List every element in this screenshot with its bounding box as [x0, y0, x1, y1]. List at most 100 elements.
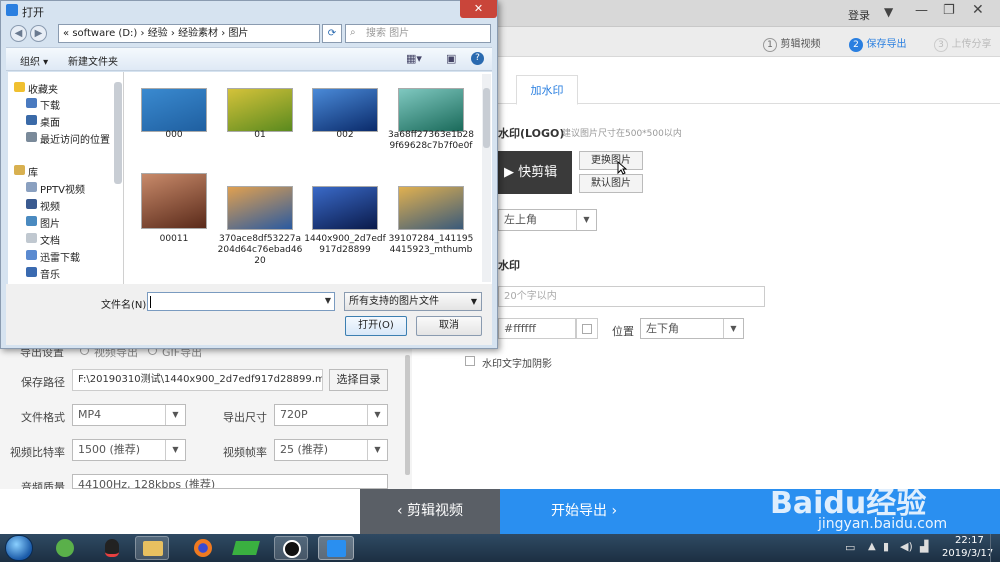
chevron-down-icon: ▼ — [367, 405, 387, 425]
taskbar-firefox-icon[interactable] — [185, 536, 221, 560]
format-select[interactable]: MP4 ▼ — [72, 404, 186, 426]
file-name-label[interactable]: 3a68ff27363e1b289f69628c7b7f0e0f — [388, 130, 474, 152]
breadcrumb-folder-1[interactable]: 经验 — [148, 28, 168, 39]
battery-icon[interactable]: ▮ — [883, 540, 889, 553]
breadcrumb-current[interactable]: 图片 — [228, 28, 248, 39]
show-desktop-button[interactable] — [990, 534, 1000, 562]
file-name-label[interactable]: 370ace8df53227a204d64c76ebad4620 — [217, 234, 303, 267]
filetype-select[interactable]: 所有支持的图片文件 ▼ — [344, 292, 482, 311]
breadcrumb-separator: › — [221, 28, 226, 39]
file-name-label[interactable]: 00011 — [131, 234, 217, 245]
logo-position-value: 左上角 — [504, 213, 537, 226]
preview-pane-icon[interactable]: ▣ — [446, 52, 456, 65]
taskbar-record-icon[interactable] — [274, 536, 308, 560]
choose-dir-button[interactable]: 选择目录 — [329, 369, 388, 391]
nav-recent[interactable]: 最近访问的位置 — [26, 131, 110, 146]
file-name-label[interactable]: 002 — [302, 130, 388, 141]
view-options-icon[interactable]: ▦▾ — [406, 52, 422, 65]
taskbar-qq-icon[interactable] — [95, 536, 131, 560]
taskbar-360-icon[interactable] — [48, 536, 84, 560]
nav-pptv[interactable]: PPTV视频 — [26, 181, 85, 196]
nav-desktop-label: 桌面 — [40, 118, 60, 129]
search-input[interactable]: 搜索 图片 — [345, 24, 491, 43]
back-arrow-icon[interactable]: ◀ — [10, 25, 27, 42]
taskbar-kuaijianji-icon[interactable] — [318, 536, 354, 560]
organize-menu[interactable]: 组织 ▾ — [20, 53, 48, 68]
maximize-icon[interactable]: ❐ — [943, 3, 955, 18]
files-scrollbar[interactable] — [482, 74, 491, 282]
breadcrumb-overflow[interactable]: « — [63, 28, 69, 39]
nav-pictures[interactable]: 图片 — [26, 215, 60, 230]
file-thumbnail[interactable] — [227, 88, 293, 132]
files-scrollbar-thumb[interactable] — [483, 88, 490, 148]
open-button[interactable]: 打开(O) — [345, 316, 407, 336]
address-bar[interactable]: « software (D:) › 经验 › 经验素材 › 图片 — [58, 24, 320, 43]
left-scrollbar[interactable] — [405, 355, 410, 475]
menu-icon[interactable]: ▼ — [884, 5, 893, 19]
text-color-input[interactable]: #ffffff — [498, 318, 576, 339]
file-thumbnail[interactable] — [312, 186, 378, 230]
nav-videos[interactable]: 视频 — [26, 198, 60, 213]
close-icon[interactable]: ✕ — [972, 2, 984, 18]
cancel-button[interactable]: 取消 — [416, 316, 482, 336]
network-icon[interactable]: ▟ — [920, 540, 928, 553]
file-name-label[interactable]: 01 — [217, 130, 303, 141]
file-name-label[interactable]: 1440x900_2d7edf917d28899 — [302, 234, 388, 256]
watermark-text-input[interactable]: 20个字以内 — [498, 286, 765, 307]
start-button-icon[interactable] — [5, 535, 33, 561]
step-1-label: 剪辑视频 — [780, 39, 821, 50]
nav-music[interactable]: 音乐 — [26, 266, 60, 281]
clock-time[interactable]: 22:17 — [955, 535, 984, 546]
file-thumbnail[interactable] — [141, 173, 207, 229]
taskbar-video-icon[interactable] — [228, 536, 264, 560]
tray-arrow-icon[interactable]: ▲ — [868, 541, 876, 552]
login-link[interactable]: 登录 — [848, 7, 870, 23]
nav-favorites[interactable]: 收藏夹 — [14, 81, 58, 96]
breadcrumb-drive[interactable]: software (D:) — [72, 28, 137, 39]
refresh-icon[interactable]: ⟳ — [322, 24, 342, 43]
file-thumbnail[interactable] — [398, 186, 464, 230]
keyboard-icon[interactable]: ▭ — [845, 541, 855, 554]
audio-select[interactable]: 44100Hz, 128kbps (推荐) — [72, 474, 388, 489]
minimize-icon[interactable]: — — [915, 3, 928, 18]
file-thumbnail[interactable] — [312, 88, 378, 132]
back-to-edit-button[interactable]: ‹ 剪辑视频 — [360, 489, 500, 534]
nav-documents[interactable]: 文档 — [26, 232, 60, 247]
help-icon[interactable]: ? — [471, 52, 484, 65]
step-1-number: 1 — [763, 38, 777, 52]
dialog-close-icon[interactable]: ✕ — [460, 0, 497, 18]
default-image-button[interactable]: 默认图片 — [579, 174, 643, 193]
chevron-down-icon: ▼ — [576, 210, 596, 230]
forward-arrow-icon[interactable]: ▶ — [30, 25, 47, 42]
taskbar-explorer-icon[interactable] — [135, 536, 169, 560]
size-select[interactable]: 720P ▼ — [274, 404, 388, 426]
save-path-input[interactable]: F:\20190310测试\1440x900_2d7edf917d28899.m… — [72, 369, 323, 391]
nav-scrollbar[interactable] — [114, 82, 122, 184]
star-icon — [14, 82, 25, 92]
breadcrumb-folder-2[interactable]: 经验素材 — [178, 28, 218, 39]
tab-watermark[interactable]: 加水印 — [516, 75, 578, 105]
nav-libraries[interactable]: 库 — [14, 164, 38, 179]
file-name-label[interactable]: 39107284_1411954415923_mthumb — [388, 234, 474, 256]
text-position-select[interactable]: 左下角 ▼ — [640, 318, 744, 339]
nav-xunlei[interactable]: 迅雷下载 — [26, 249, 80, 264]
file-name-label[interactable]: 000 — [131, 130, 217, 141]
volume-icon[interactable]: ◀) — [900, 540, 913, 553]
logo-position-select[interactable]: 左上角 ▼ — [498, 209, 597, 231]
change-image-button[interactable]: 更换图片 — [579, 151, 643, 170]
nav-downloads[interactable]: 下载 — [26, 97, 60, 112]
step-3-number: 3 — [934, 38, 948, 52]
new-folder-button[interactable]: 新建文件夹 — [68, 53, 118, 68]
color-swatch[interactable] — [576, 318, 598, 339]
file-thumbnail[interactable] — [398, 88, 464, 132]
clock-date[interactable]: 2019/3/17 — [942, 548, 993, 559]
filename-input[interactable]: ▼ — [147, 292, 335, 311]
nav-desktop[interactable]: 桌面 — [26, 114, 60, 129]
fps-select[interactable]: 25 (推荐) ▼ — [274, 439, 388, 461]
file-thumbnail[interactable] — [227, 186, 293, 230]
chevron-down-icon[interactable]: ▼ — [325, 296, 331, 305]
shadow-checkbox[interactable] — [465, 356, 475, 366]
file-thumbnail[interactable] — [141, 88, 207, 132]
bitrate-select[interactable]: 1500 (推荐) ▼ — [72, 439, 186, 461]
text-cursor — [150, 296, 151, 308]
